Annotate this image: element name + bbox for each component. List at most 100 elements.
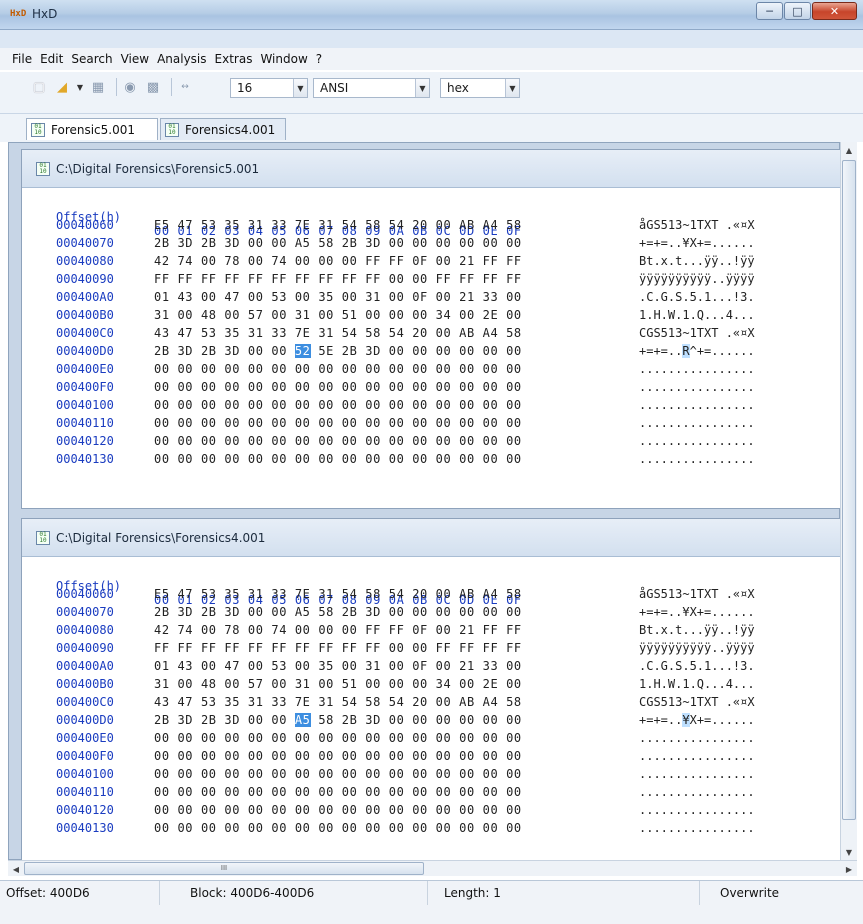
title-bar[interactable]: HxD HxD ─ □ ✕ [0, 0, 863, 30]
status-mode[interactable]: Overwrite [700, 881, 863, 905]
row-hex-bytes[interactable]: 00 00 00 00 00 00 00 00 00 00 00 00 00 0… [154, 731, 522, 745]
menu-file[interactable]: File [8, 52, 36, 66]
hex-row[interactable]: 000400B0 31 00 48 00 57 00 31 00 51 00 00… [22, 677, 840, 695]
row-hex-bytes[interactable]: 00 00 00 00 00 00 00 00 00 00 00 00 00 0… [154, 416, 522, 430]
row-ascii[interactable]: ÿÿÿÿÿÿÿÿÿÿ..ÿÿÿÿ [639, 272, 755, 286]
row-ascii[interactable]: ................ [639, 398, 755, 412]
hex-editor-panel-1[interactable]: 01 10 C:\Digital Forensics\Forensic5.001 … [21, 149, 841, 509]
row-hex-bytes[interactable]: 00 00 00 00 00 00 00 00 00 00 00 00 00 0… [154, 380, 522, 394]
row-ascii[interactable]: .C.G.S.5.1...!3. [639, 659, 755, 673]
hex-row[interactable]: 000400E0 00 00 00 00 00 00 00 00 00 00 00… [22, 362, 840, 380]
row-ascii[interactable]: ................ [639, 452, 755, 466]
row-hex-bytes[interactable]: 00 00 00 00 00 00 00 00 00 00 00 00 00 0… [154, 452, 522, 466]
hex-row[interactable]: 000400F0 00 00 00 00 00 00 00 00 00 00 00… [22, 749, 840, 767]
minimize-button[interactable]: ─ [756, 2, 783, 20]
open-folder-icon[interactable]: ◢ [53, 78, 71, 96]
hex-row[interactable]: 00040110 00 00 00 00 00 00 00 00 00 00 00… [22, 416, 840, 434]
scroll-down-icon[interactable]: ▼ [841, 844, 857, 860]
scroll-thumb[interactable]: III [24, 862, 424, 875]
scroll-left-icon[interactable]: ◀ [8, 861, 24, 877]
row-hex-bytes[interactable]: 00 00 00 00 00 00 00 00 00 00 00 00 00 0… [154, 362, 522, 376]
row-hex-bytes[interactable]: 00 00 00 00 00 00 00 00 00 00 00 00 00 0… [154, 767, 522, 781]
hex-row[interactable]: 00040070 2B 3D 2B 3D 00 00 A5 58 2B 3D 00… [22, 236, 840, 254]
row-ascii[interactable]: Bt.x.t...ÿÿ..!ÿÿ [639, 623, 755, 637]
hex-row[interactable]: 000400A0 01 43 00 47 00 53 00 35 00 31 00… [22, 290, 840, 308]
row-ascii[interactable]: +=+=..¥X+=...... [639, 236, 755, 250]
row-ascii[interactable]: ................ [639, 785, 755, 799]
row-ascii[interactable]: CGS513~1TXT .«¤X [639, 326, 755, 340]
chevron-down-icon[interactable]: ▼ [293, 79, 307, 97]
row-ascii[interactable]: åGS513~1TXT .«¤X [639, 587, 755, 601]
scroll-thumb[interactable] [842, 160, 856, 820]
row-ascii[interactable]: ................ [639, 731, 755, 745]
row-hex-bytes[interactable]: 00 00 00 00 00 00 00 00 00 00 00 00 00 0… [154, 803, 522, 817]
row-ascii[interactable]: +=+=..¥X+=...... [639, 605, 755, 619]
row-hex-bytes[interactable]: 2B 3D 2B 3D 00 00 A5 58 2B 3D 00 00 00 0… [154, 713, 522, 727]
row-hex-bytes[interactable]: 2B 3D 2B 3D 00 00 A5 58 2B 3D 00 00 00 0… [154, 605, 522, 619]
hex-row[interactable]: 00040130 00 00 00 00 00 00 00 00 00 00 00… [22, 821, 840, 839]
row-hex-bytes[interactable]: 31 00 48 00 57 00 31 00 51 00 00 00 34 0… [154, 308, 522, 322]
row-ascii[interactable]: ÿÿÿÿÿÿÿÿÿÿ..ÿÿÿÿ [639, 641, 755, 655]
hex-row[interactable]: 000400A0 01 43 00 47 00 53 00 35 00 31 00… [22, 659, 840, 677]
row-ascii[interactable]: CGS513~1TXT .«¤X [639, 695, 755, 709]
menu-analysis[interactable]: Analysis [153, 52, 210, 66]
row-ascii[interactable]: 1.H.W.1.Q...4... [639, 677, 755, 691]
row-hex-bytes[interactable]: 31 00 48 00 57 00 31 00 51 00 00 00 34 0… [154, 677, 522, 691]
hex-row[interactable]: 00040090 FF FF FF FF FF FF FF FF FF FF 00… [22, 272, 840, 290]
row-ascii[interactable]: ................ [639, 749, 755, 763]
vertical-scrollbar[interactable]: ▲ ▼ [840, 142, 857, 860]
hex-row[interactable]: 00040080 42 74 00 78 00 74 00 00 00 FF FF… [22, 254, 840, 272]
hex-editor-panel-2[interactable]: 01 10 C:\Digital Forensics\Forensics4.001… [21, 518, 841, 861]
menu-extras[interactable]: Extras [211, 52, 257, 66]
horizontal-scrollbar[interactable]: ◀ III ▶ [8, 860, 857, 876]
row-ascii[interactable]: 1.H.W.1.Q...4... [639, 308, 755, 322]
row-hex-bytes[interactable]: FF FF FF FF FF FF FF FF FF FF 00 00 FF F… [154, 641, 522, 655]
scroll-right-icon[interactable]: ▶ [841, 861, 857, 877]
row-ascii[interactable]: +=+=..R^+=...... [639, 344, 755, 358]
row-hex-bytes[interactable]: 01 43 00 47 00 53 00 35 00 31 00 0F 00 2… [154, 290, 522, 304]
row-hex-bytes[interactable]: 00 00 00 00 00 00 00 00 00 00 00 00 00 0… [154, 785, 522, 799]
menu-search[interactable]: Search [67, 52, 116, 66]
new-file-icon[interactable]: ▢ [30, 78, 48, 96]
chevron-down-icon[interactable]: ▼ [415, 79, 429, 97]
row-ascii[interactable]: ................ [639, 434, 755, 448]
save-icon[interactable]: ▦ [89, 78, 107, 96]
row-ascii[interactable]: .C.G.S.5.1...!3. [639, 290, 755, 304]
row-hex-bytes[interactable]: 43 47 53 35 31 33 7E 31 54 58 54 20 00 A… [154, 695, 522, 709]
row-hex-bytes[interactable]: E5 47 53 35 31 33 7E 31 54 58 54 20 00 A… [154, 587, 522, 601]
row-hex-bytes[interactable]: 43 47 53 35 31 33 7E 31 54 58 54 20 00 A… [154, 326, 522, 340]
selected-byte[interactable]: A5 [294, 713, 311, 727]
menu-window[interactable]: Window [256, 52, 311, 66]
hex-row[interactable]: 00040110 00 00 00 00 00 00 00 00 00 00 00… [22, 785, 840, 803]
row-hex-bytes[interactable]: 01 43 00 47 00 53 00 35 00 31 00 0F 00 2… [154, 659, 522, 673]
row-hex-bytes[interactable]: 00 00 00 00 00 00 00 00 00 00 00 00 00 0… [154, 434, 522, 448]
hex-row[interactable]: 00040120 00 00 00 00 00 00 00 00 00 00 00… [22, 434, 840, 452]
bytes-per-row-select[interactable]: 16 ▼ [230, 78, 308, 98]
scroll-up-icon[interactable]: ▲ [841, 142, 857, 158]
hex-row[interactable]: 000400E0 00 00 00 00 00 00 00 00 00 00 00… [22, 731, 840, 749]
selected-char[interactable]: R [682, 344, 690, 358]
menu-view[interactable]: View [117, 52, 153, 66]
maximize-button[interactable]: □ [784, 2, 811, 20]
row-hex-bytes[interactable]: 00 00 00 00 00 00 00 00 00 00 00 00 00 0… [154, 821, 522, 835]
row-ascii[interactable]: Bt.x.t...ÿÿ..!ÿÿ [639, 254, 755, 268]
open-dropdown-icon[interactable]: ▼ [76, 78, 84, 96]
ram-icon[interactable]: ▩ [144, 78, 162, 96]
hex-row[interactable]: 00040080 42 74 00 78 00 74 00 00 00 FF FF… [22, 623, 840, 641]
hex-row[interactable]: 000400F0 00 00 00 00 00 00 00 00 00 00 00… [22, 380, 840, 398]
row-hex-bytes[interactable]: E5 47 53 35 31 33 7E 31 54 58 54 20 00 A… [154, 218, 522, 232]
row-ascii[interactable]: +=+=..¥X+=...... [639, 713, 755, 727]
hex-row[interactable]: 00040130 00 00 00 00 00 00 00 00 00 00 00… [22, 452, 840, 470]
tab-forensics4[interactable]: 01 10 Forensics4.001 [160, 118, 286, 140]
hex-row[interactable]: 000400B0 31 00 48 00 57 00 31 00 51 00 00… [22, 308, 840, 326]
charset-select[interactable]: ANSI ▼ [313, 78, 430, 98]
hex-row[interactable]: 00040070 2B 3D 2B 3D 00 00 A5 58 2B 3D 00… [22, 605, 840, 623]
selected-byte[interactable]: 52 [294, 344, 311, 358]
row-ascii[interactable]: ................ [639, 416, 755, 430]
row-ascii[interactable]: ................ [639, 380, 755, 394]
tab-forensic5[interactable]: 01 10 Forensic5.001 [26, 118, 158, 140]
row-ascii[interactable]: åGS513~1TXT .«¤X [639, 218, 755, 232]
hex-row[interactable]: 00040090 FF FF FF FF FF FF FF FF FF FF 00… [22, 641, 840, 659]
row-hex-bytes[interactable]: FF FF FF FF FF FF FF FF FF FF 00 00 FF F… [154, 272, 522, 286]
hex-row[interactable]: 00040100 00 00 00 00 00 00 00 00 00 00 00… [22, 767, 840, 785]
